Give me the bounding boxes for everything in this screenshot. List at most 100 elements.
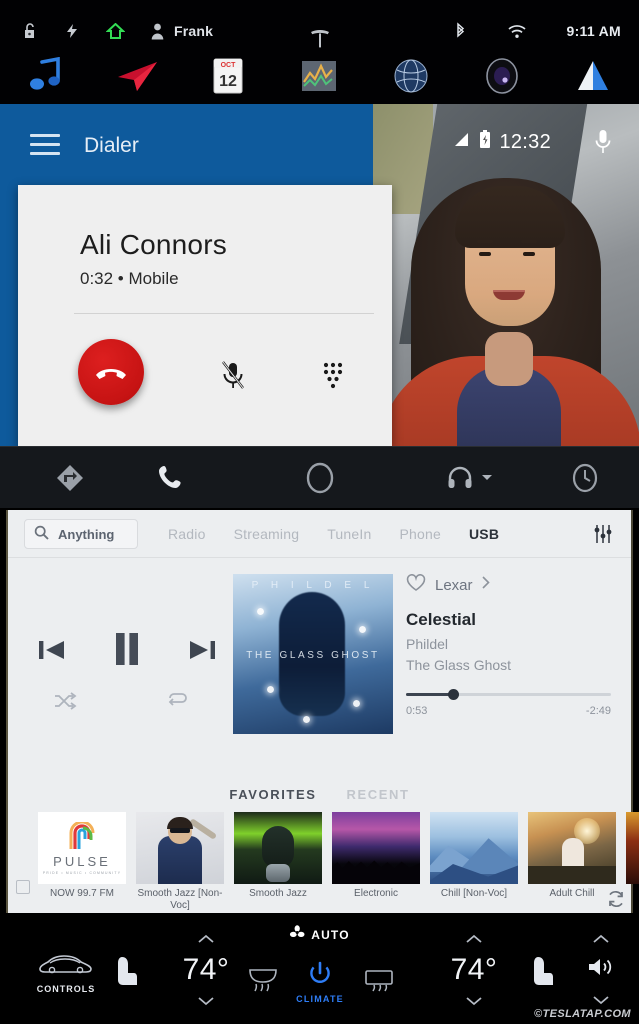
repeat-button[interactable] [160,686,194,716]
car-icon [37,951,95,980]
hamburger-menu-icon[interactable] [30,134,60,155]
auto-label: AUTO [311,928,350,942]
chevron-up-icon[interactable] [593,931,609,947]
wifi-icon[interactable] [507,24,527,39]
climate-bar: AUTO CONTROLS 74° CLIMATE 74° ©TESLATAP.… [0,913,639,1024]
playback-controls [8,574,233,734]
favorite-art-chill-nonvoc [430,812,518,884]
media-source-tabs: Radio Streaming TuneIn Phone USB [168,510,499,558]
favorite-label-adult-chill: Adult Chill [549,888,595,899]
chevron-right-icon[interactable] [481,576,490,594]
lightning-bolt-icon[interactable] [64,23,80,39]
shuffle-button[interactable] [48,686,82,716]
caller-name: Ali Connors [80,229,227,260]
nav-home-button[interactable] [260,447,380,509]
remaining-time: -2:49 [585,705,611,717]
favorite-tile-partial[interactable] [626,812,639,884]
web-browser-app[interactable] [365,48,456,104]
search-placeholder: Anything [58,526,115,542]
rear-defroster-button[interactable] [344,969,414,993]
chevron-down-icon[interactable] [466,993,482,1009]
tab-radio[interactable]: Radio [168,526,206,542]
album-art[interactable]: P H I L D E L THE GLASS GHOST [233,574,393,734]
active-call-card: Ali Connors 0:32 • Mobile [18,185,392,446]
tab-usb[interactable]: USB [469,526,499,542]
seek-handle[interactable] [448,689,459,700]
pause-button[interactable] [102,622,152,676]
pulse-tagline: PRIDE • MUSIC • COMMUNITY [42,870,122,875]
favorite-art-smooth-jazz-nonvoc [136,812,224,884]
android-auto-dialer-panel: 12:32 Dialer Ali Connors 0:32 • Mobile [0,104,639,446]
dialer-header: Dialer [0,104,373,182]
favorites-tab-bar: FAVORITES RECENT [8,776,631,812]
camera-app[interactable] [456,48,547,104]
android-auto-time: 12:32 [499,130,551,153]
tab-tunein[interactable]: TuneIn [327,526,371,542]
favorite-art-pulse: PULSE PRIDE • MUSIC • COMMUNITY [38,812,126,884]
calendar-app[interactable]: OCT 12 [183,48,274,104]
favorite-tile-chill-nonvoc[interactable]: Chill [Non-Voc] [430,812,518,900]
volume-control[interactable] [566,931,636,1008]
chevron-up-icon[interactable] [466,931,482,947]
tesla-top-bar: Frank 9:11 AM OCT 12 [0,0,639,104]
favorite-tile-electronic[interactable]: Electronic [332,812,420,900]
nav-phone-button[interactable] [110,447,230,509]
media-source-name[interactable]: Lexar [435,577,473,594]
next-track-button[interactable] [180,628,224,672]
previous-track-button[interactable] [30,628,74,672]
nav-media-button[interactable] [400,447,540,509]
chevron-down-icon[interactable] [593,992,609,1008]
auto-climate-indicator[interactable]: AUTO [289,925,350,945]
tab-favorites[interactable]: FAVORITES [229,787,316,802]
favorite-label-smooth-jazz-nonvoc: Smooth Jazz [Non-Voc] [137,888,223,911]
mute-button[interactable] [210,353,256,399]
heart-outline-icon[interactable] [406,573,426,597]
dialer-title: Dialer [84,134,139,157]
media-tab-bar: Anything Radio Streaming TuneIn Phone US… [8,510,631,558]
tab-phone[interactable]: Phone [399,526,440,542]
track-title: Celestial [406,610,476,629]
equalizer-icon[interactable] [593,523,613,550]
svg-text:12: 12 [219,73,237,90]
hang-up-button[interactable] [78,339,144,405]
svg-text:OCT: OCT [221,62,237,69]
tab-recent[interactable]: RECENT [347,787,410,802]
favorite-art-adult-chill [528,812,616,884]
home-icon[interactable] [106,22,125,40]
track-album: The Glass Ghost [406,657,512,673]
power-icon [309,961,331,990]
chevron-down-icon[interactable] [198,993,214,1009]
nav-recent-button[interactable] [540,447,630,509]
album-art-mid-text: THE GLASS GHOST [246,650,380,661]
search-input[interactable]: Anything [24,519,138,549]
unlock-icon[interactable] [22,22,38,40]
favorite-tile-adult-chill[interactable]: Adult Chill [528,812,616,900]
battery-charging-icon [479,130,491,154]
keypad-button[interactable] [310,353,356,399]
favorite-tile-pulse[interactable]: PULSE PRIDE • MUSIC • COMMUNITY NOW 99.7… [38,812,126,900]
watermark: ©TESLATAP.COM [533,1008,631,1020]
tab-streaming[interactable]: Streaming [234,526,300,542]
volume-icon[interactable] [587,955,615,984]
bluetooth-icon[interactable] [454,21,467,41]
media-player: Anything Radio Streaming TuneIn Phone US… [6,510,639,913]
favorite-tile-smooth-jazz[interactable]: Smooth Jazz [234,812,322,900]
favorite-label-electronic: Electronic [354,888,398,899]
energy-app[interactable] [274,48,365,104]
favorite-label-smooth-jazz: Smooth Jazz [249,888,307,899]
refresh-icon[interactable] [607,890,625,913]
favorite-tile-smooth-jazz-nonvoc[interactable]: Smooth Jazz [Non-Voc] [136,812,224,912]
pulse-brand: PULSE [53,853,111,869]
chevron-up-icon[interactable] [198,931,214,947]
media-app[interactable] [0,48,91,104]
favorite-label-pulse: NOW 99.7 FM [50,888,114,899]
driver-name[interactable]: Frank [174,23,213,39]
home-chip-icon[interactable] [16,880,30,894]
climate-label: CLIMATE [296,994,344,1004]
now-playing: P H I L D E L THE GLASS GHOST Lexar Cele… [8,558,631,776]
microphone-icon[interactable] [593,128,613,161]
driver-profile-icon[interactable] [151,23,164,40]
android-auto-app[interactable] [548,48,639,104]
call-info: 0:32 • Mobile [80,269,179,288]
navigation-app[interactable] [91,48,182,104]
